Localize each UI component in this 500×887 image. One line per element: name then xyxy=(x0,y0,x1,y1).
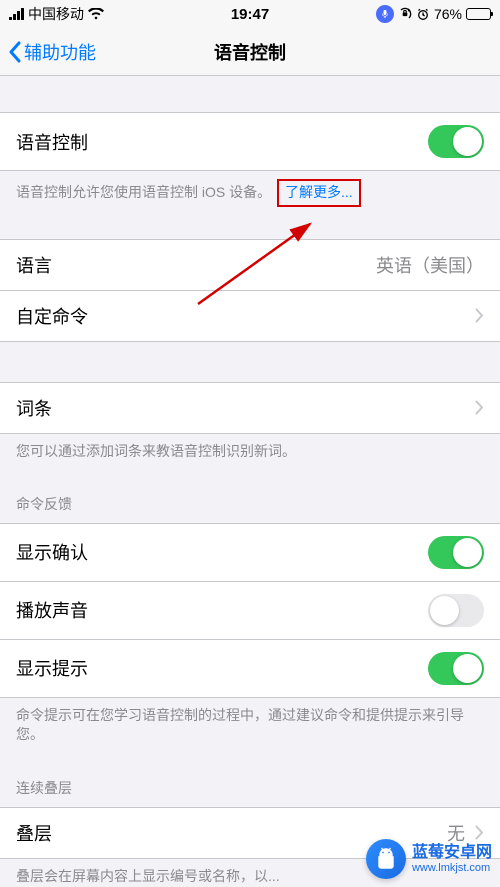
show-confirmation-cell[interactable]: 显示确认 xyxy=(0,523,500,581)
battery-icon xyxy=(466,8,491,20)
play-sound-cell[interactable]: 播放声音 xyxy=(0,581,500,639)
carrier-label: 中国移动 xyxy=(28,4,84,24)
show-hints-label: 显示提示 xyxy=(16,655,88,681)
status-right: 76% xyxy=(376,5,491,23)
wifi-icon xyxy=(88,8,104,20)
language-label: 语言 xyxy=(16,252,52,278)
vocabulary-cell[interactable]: 词条 xyxy=(0,382,500,434)
watermark-logo-icon xyxy=(366,839,406,879)
show-hints-cell[interactable]: 显示提示 xyxy=(0,639,500,698)
alarm-icon xyxy=(416,7,430,21)
orientation-lock-icon xyxy=(398,7,412,21)
vocabulary-footer: 您可以通过添加词条来教语音控制识别新词。 xyxy=(0,434,500,470)
chevron-left-icon xyxy=(8,41,22,63)
back-label: 辅助功能 xyxy=(24,39,96,65)
vocabulary-label: 词条 xyxy=(16,395,52,421)
chevron-right-icon xyxy=(475,400,484,415)
command-feedback-header: 命令反馈 xyxy=(0,487,500,523)
continuous-overlay-header: 连续叠层 xyxy=(0,771,500,807)
language-value: 英语（美国） xyxy=(376,252,484,278)
nav-bar: 辅助功能 语音控制 xyxy=(0,28,500,76)
language-cell[interactable]: 语言 英语（美国） xyxy=(0,239,500,290)
mic-indicator-icon xyxy=(376,5,394,23)
status-time: 19:47 xyxy=(231,6,269,23)
overlay-label: 叠层 xyxy=(16,820,52,846)
show-confirmation-label: 显示确认 xyxy=(16,539,88,565)
play-sound-switch[interactable] xyxy=(428,594,484,627)
watermark-url: www.lmkjst.com xyxy=(412,862,492,874)
cellular-signal-icon xyxy=(9,8,24,20)
voice-control-toggle-cell[interactable]: 语音控制 xyxy=(0,112,500,171)
voice-control-switch[interactable] xyxy=(428,125,484,158)
show-confirmation-switch[interactable] xyxy=(428,536,484,569)
custom-commands-label: 自定命令 xyxy=(16,303,88,329)
custom-commands-cell[interactable]: 自定命令 xyxy=(0,290,500,342)
status-bar: 中国移动 19:47 76% xyxy=(0,0,500,28)
back-button[interactable]: 辅助功能 xyxy=(0,39,104,65)
learn-more-link[interactable]: 了解更多... xyxy=(285,184,353,200)
battery-percent-label: 76% xyxy=(434,6,462,22)
page-title: 语音控制 xyxy=(214,39,286,65)
hints-footer: 命令提示可在您学习语音控制的过程中，通过建议命令和提供提示来引导您。 xyxy=(0,698,500,753)
voice-control-label: 语音控制 xyxy=(16,129,88,155)
learn-more-highlight: 了解更多... xyxy=(277,179,361,207)
status-left: 中国移动 xyxy=(9,4,104,24)
watermark: 蓝莓安卓网 www.lmkjst.com xyxy=(366,839,492,879)
show-hints-switch[interactable] xyxy=(428,652,484,685)
voice-control-footer: 语音控制允许您使用语音控制 iOS 设备。 了解更多... xyxy=(0,171,500,215)
chevron-right-icon xyxy=(475,308,484,323)
chevron-right-icon xyxy=(475,825,484,840)
watermark-title: 蓝莓安卓网 xyxy=(412,844,492,862)
play-sound-label: 播放声音 xyxy=(16,597,88,623)
